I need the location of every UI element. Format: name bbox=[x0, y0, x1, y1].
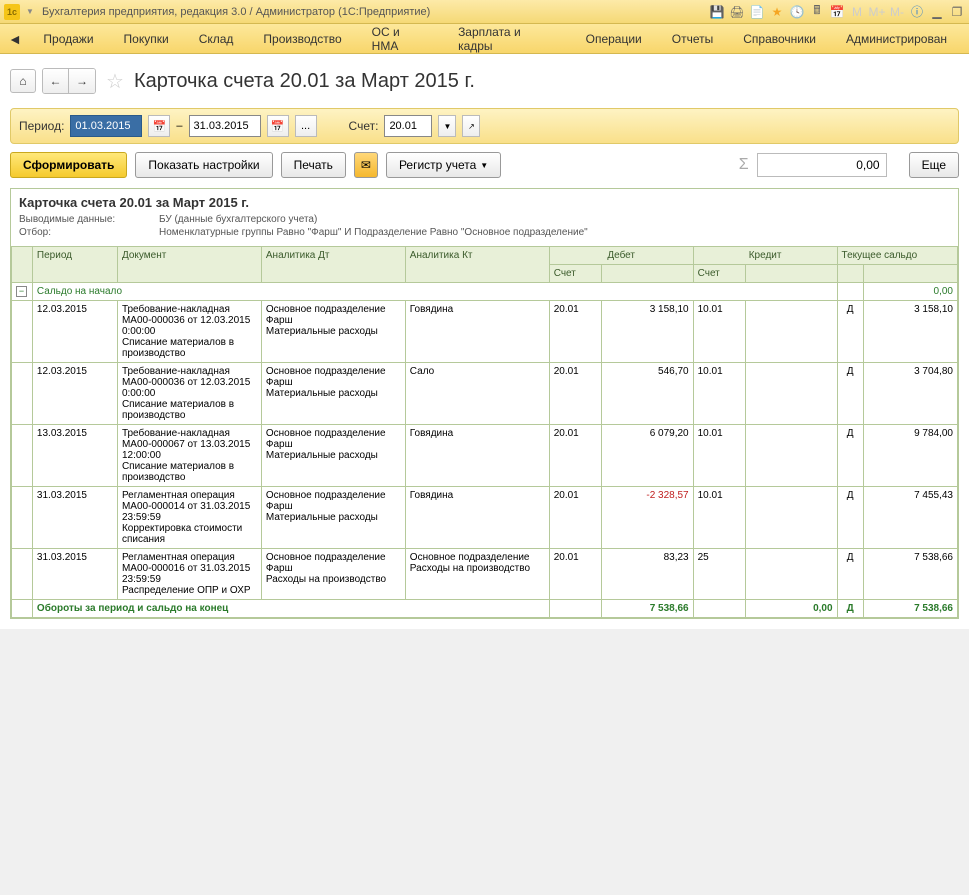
table-row: 13.03.2015Требование-накладная МА00-0000… bbox=[12, 425, 958, 487]
date-from-calendar-icon[interactable]: 📅 bbox=[148, 115, 170, 137]
account-open-icon[interactable]: ↗ bbox=[462, 115, 480, 137]
table-row: 12.03.2015Требование-накладная МА00-0000… bbox=[12, 301, 958, 363]
menu-purchases[interactable]: Покупки bbox=[110, 26, 183, 52]
history-icon[interactable]: 🕓 bbox=[789, 4, 805, 20]
menu-admin[interactable]: Администрирован bbox=[832, 26, 961, 52]
menu-production[interactable]: Производство bbox=[249, 26, 355, 52]
minimize-icon[interactable]: ▁ bbox=[929, 4, 945, 20]
m-icon[interactable]: M bbox=[849, 4, 865, 20]
email-button[interactable]: ✉ bbox=[354, 152, 378, 178]
m-plus-icon[interactable]: M+ bbox=[869, 4, 885, 20]
favorite-star-icon[interactable]: ☆ bbox=[106, 69, 124, 94]
content-area: ⌂ ← → ☆ Карточка счета 20.01 за Март 201… bbox=[0, 54, 969, 629]
th-c-acc: Счет bbox=[693, 265, 745, 283]
title-icons: 💾 🖨 📄 ★ 🕓 🖩 📅 M M+ M- ⓘ ▁ ❐ bbox=[709, 4, 965, 20]
menu-sales[interactable]: Продажи bbox=[29, 26, 107, 52]
main-menu: ◄ Продажи Покупки Склад Производство ОС … bbox=[0, 24, 969, 54]
nav-back-button[interactable]: ← bbox=[43, 69, 69, 93]
menu-warehouse[interactable]: Склад bbox=[185, 26, 248, 52]
table-row: 12.03.2015Требование-накладная МА00-0000… bbox=[12, 363, 958, 425]
report-title: Карточка счета 20.01 за Март 2015 г. bbox=[19, 195, 950, 210]
app-logo-icon: 1c bbox=[4, 4, 20, 20]
th-doc: Документ bbox=[117, 247, 261, 283]
date-to-calendar-icon[interactable]: 📅 bbox=[267, 115, 289, 137]
doc-icon[interactable]: 📄 bbox=[749, 4, 765, 20]
date-dash: – bbox=[176, 120, 182, 132]
menu-assets[interactable]: ОС и НМА bbox=[358, 19, 442, 59]
more-button[interactable]: Еще bbox=[909, 152, 959, 178]
report-sub1-label: Выводимые данные: bbox=[19, 214, 119, 225]
th-d-acc: Счет bbox=[549, 265, 601, 283]
favorite-icon[interactable]: ★ bbox=[769, 4, 785, 20]
menu-back-icon[interactable]: ◄ bbox=[8, 31, 27, 47]
filter-bar: Период: 📅 – 📅 ... Счет: ▼ ↗ bbox=[10, 108, 959, 144]
menu-catalogs[interactable]: Справочники bbox=[729, 26, 830, 52]
th-balance: Текущее сальдо bbox=[837, 247, 957, 265]
home-button[interactable]: ⌂ bbox=[10, 69, 36, 93]
page-title: Карточка счета 20.01 за Март 2015 г. bbox=[134, 70, 475, 93]
report-header: Карточка счета 20.01 за Март 2015 г. Выв… bbox=[11, 189, 958, 246]
th-akt: Аналитика Кт bbox=[405, 247, 549, 283]
sigma-icon: Σ bbox=[739, 156, 749, 174]
help-icon[interactable]: ⓘ bbox=[909, 4, 925, 20]
window-title: Бухгалтерия предприятия, редакция 3.0 / … bbox=[42, 6, 709, 18]
opening-value: 0,00 bbox=[863, 283, 957, 301]
register-button[interactable]: Регистр учета ▼ bbox=[386, 152, 501, 178]
calc-icon[interactable]: 🖩 bbox=[809, 4, 825, 20]
th-credit: Кредит bbox=[693, 247, 837, 265]
report-sub2-value: Номенклатурные группы Равно "Фарш" И Под… bbox=[159, 227, 588, 238]
report-sub1-value: БУ (данные бухгалтерского учета) bbox=[159, 214, 317, 225]
menu-payroll[interactable]: Зарплата и кадры bbox=[444, 19, 570, 59]
print-button[interactable]: Печать bbox=[281, 152, 346, 178]
table-row: 31.03.2015Регламентная операция МА00-000… bbox=[12, 549, 958, 600]
date-to-input[interactable] bbox=[189, 115, 261, 137]
nav-forward-button[interactable]: → bbox=[69, 69, 95, 93]
app-menu-dropdown-icon[interactable]: ▼ bbox=[26, 7, 36, 17]
menu-operations[interactable]: Операции bbox=[572, 26, 656, 52]
collapse-toggle[interactable]: − bbox=[16, 286, 27, 297]
opening-label: Сальдо на начало bbox=[32, 283, 837, 301]
page-header: ⌂ ← → ☆ Карточка счета 20.01 за Март 201… bbox=[10, 60, 959, 108]
th-adt: Аналитика Дт bbox=[261, 247, 405, 283]
closing-row: Обороты за период и сальдо на конец7 538… bbox=[12, 600, 958, 618]
m-minus-icon[interactable]: M- bbox=[889, 4, 905, 20]
th-period: Период bbox=[32, 247, 117, 283]
generate-button[interactable]: Сформировать bbox=[10, 152, 127, 178]
opening-row: −Сальдо на начало 0,00 bbox=[12, 283, 958, 301]
table-row: 31.03.2015Регламентная операция МА00-000… bbox=[12, 487, 958, 549]
calendar-icon[interactable]: 📅 bbox=[829, 4, 845, 20]
account-input[interactable] bbox=[384, 115, 432, 137]
report-table: Период Документ Аналитика Дт Аналитика К… bbox=[11, 246, 958, 618]
account-dropdown-icon[interactable]: ▼ bbox=[438, 115, 456, 137]
period-label: Период: bbox=[19, 119, 64, 133]
th-debit: Дебет bbox=[549, 247, 693, 265]
sum-input[interactable] bbox=[757, 153, 887, 177]
date-from-input[interactable] bbox=[70, 115, 142, 137]
action-bar: Сформировать Показать настройки Печать ✉… bbox=[10, 152, 959, 178]
report-sub2-label: Отбор: bbox=[19, 227, 119, 238]
restore-icon[interactable]: ❐ bbox=[949, 4, 965, 20]
closing-label: Обороты за период и сальдо на конец bbox=[32, 600, 549, 618]
report-container: Карточка счета 20.01 за Март 2015 г. Выв… bbox=[10, 188, 959, 619]
menu-reports[interactable]: Отчеты bbox=[658, 26, 727, 52]
save-icon[interactable]: 💾 bbox=[709, 4, 725, 20]
print-icon[interactable]: 🖨 bbox=[729, 4, 745, 20]
show-settings-button[interactable]: Показать настройки bbox=[135, 152, 272, 178]
account-label: Счет: bbox=[349, 119, 379, 133]
period-select-button[interactable]: ... bbox=[295, 115, 317, 137]
